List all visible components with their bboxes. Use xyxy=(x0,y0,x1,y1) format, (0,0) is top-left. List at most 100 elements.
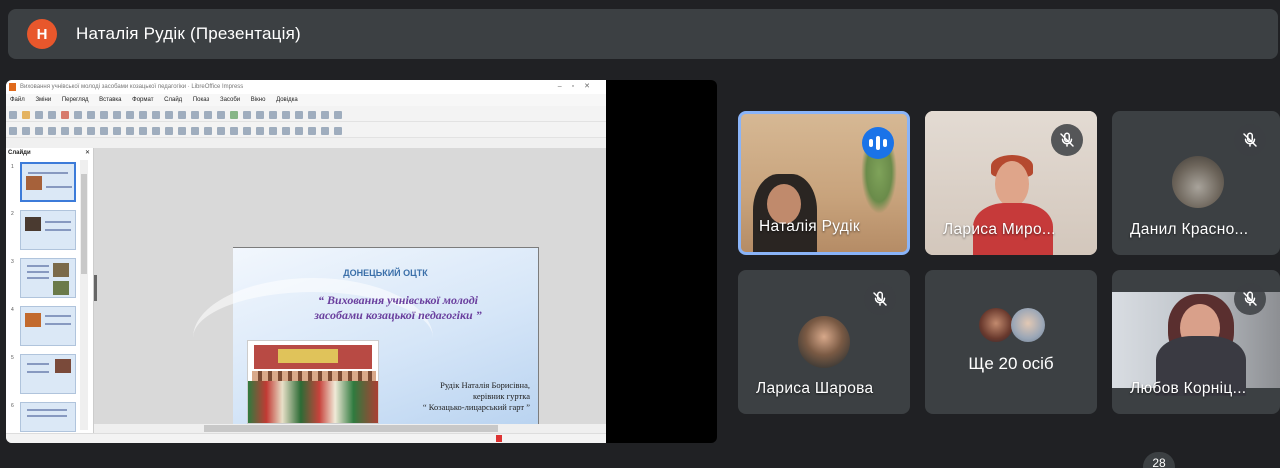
view-icon[interactable] xyxy=(204,111,212,119)
export-icon[interactable] xyxy=(48,111,56,119)
menu-show[interactable]: Показ xyxy=(193,97,209,103)
fill-icon[interactable] xyxy=(48,127,56,135)
table-icon[interactable] xyxy=(217,111,225,119)
textbox-icon[interactable] xyxy=(256,111,264,119)
close-panel-icon[interactable]: ✕ xyxy=(85,148,90,159)
brush-icon[interactable] xyxy=(126,111,134,119)
menu-insert[interactable]: Вставка xyxy=(99,97,121,103)
symbol-shapes-icon[interactable] xyxy=(165,127,173,135)
mic-off-icon xyxy=(1051,124,1083,156)
scroll-thumb[interactable] xyxy=(204,425,498,432)
spelling-icon[interactable] xyxy=(178,111,186,119)
open-icon[interactable] xyxy=(22,111,30,119)
start-show-icon[interactable] xyxy=(308,111,316,119)
new-icon[interactable] xyxy=(9,111,17,119)
slide-thumbnail[interactable] xyxy=(20,354,76,394)
scroll-thumb[interactable] xyxy=(81,174,87,274)
select-icon[interactable] xyxy=(9,127,17,135)
callouts-icon[interactable] xyxy=(204,127,212,135)
layout-icon[interactable] xyxy=(334,111,342,119)
participant-count-badge[interactable]: 28 xyxy=(1143,452,1175,468)
slide-thumbnail[interactable] xyxy=(20,402,76,432)
rotate-icon[interactable] xyxy=(243,127,251,135)
participant-tile[interactable]: Любов Корніц... xyxy=(1112,270,1280,414)
panel-collapse-handle[interactable] xyxy=(94,275,97,301)
slide-number: 2 xyxy=(11,211,14,217)
libreoffice-logo-icon xyxy=(9,83,16,91)
slides-panel: Слайди ✕ 1 2 3 4 5 6 xyxy=(6,148,94,433)
mic-off-icon xyxy=(1234,124,1266,156)
find-icon[interactable] xyxy=(165,111,173,119)
text-icon[interactable] xyxy=(35,127,43,135)
flowchart-icon[interactable] xyxy=(191,127,199,135)
slide-thumbnail[interactable] xyxy=(20,162,76,202)
participant-tile[interactable]: Лариса Шарова xyxy=(738,270,910,414)
slides-panel-scrollbar[interactable] xyxy=(80,160,88,430)
redo-icon[interactable] xyxy=(152,111,160,119)
connector-icon[interactable] xyxy=(139,127,147,135)
arrange-icon[interactable] xyxy=(269,127,277,135)
mic-off-icon xyxy=(864,283,896,315)
menu-slide[interactable]: Слайд xyxy=(164,97,182,103)
participant-tile[interactable]: Лариса Миро... xyxy=(925,111,1097,255)
menu-help[interactable]: Довідка xyxy=(276,97,298,103)
menu-window[interactable]: Вікно xyxy=(251,97,266,103)
crop-icon[interactable] xyxy=(308,127,316,135)
extrusion-icon[interactable] xyxy=(334,127,342,135)
grid-icon[interactable] xyxy=(191,111,199,119)
avatar xyxy=(798,316,850,368)
link-icon[interactable] xyxy=(295,111,303,119)
stars-icon[interactable] xyxy=(217,127,225,135)
menu-file[interactable]: Файл xyxy=(10,97,25,103)
current-slide[interactable]: ДОНЕЦЬКИЙ ОЦТК “ Виховання учнівської мо… xyxy=(193,247,539,424)
zoom-icon[interactable] xyxy=(22,127,30,135)
image-icon[interactable] xyxy=(230,111,238,119)
chart-icon[interactable] xyxy=(243,111,251,119)
line-color-icon[interactable] xyxy=(61,127,69,135)
slide-thumbnail[interactable] xyxy=(20,306,76,346)
paste-icon[interactable] xyxy=(113,111,121,119)
participant-tile[interactable]: Данил Красно... xyxy=(1112,111,1280,255)
print-icon[interactable] xyxy=(74,111,82,119)
rectangle-icon[interactable] xyxy=(87,127,95,135)
more-participants-tile[interactable]: Ще 20 осіб xyxy=(925,270,1097,414)
basic-shapes-icon[interactable] xyxy=(152,127,160,135)
special-char-icon[interactable] xyxy=(269,111,277,119)
block-arrows-icon[interactable] xyxy=(178,127,186,135)
undo-icon[interactable] xyxy=(139,111,147,119)
align-icon[interactable] xyxy=(256,127,264,135)
menu-tools[interactable]: Засоби xyxy=(220,97,240,103)
presenter-avatar: Н xyxy=(27,19,57,49)
slide-thumbnail[interactable] xyxy=(20,210,76,250)
menu-edit[interactable]: Зміни xyxy=(35,97,51,103)
horizontal-scrollbar[interactable] xyxy=(94,424,606,433)
shadow-icon[interactable] xyxy=(295,127,303,135)
avatar xyxy=(979,308,1013,342)
curve-icon[interactable] xyxy=(126,127,134,135)
menu-format[interactable]: Формат xyxy=(132,97,153,103)
participant-name: Любов Корніц... xyxy=(1130,380,1247,397)
ellipse-icon[interactable] xyxy=(100,127,108,135)
filter-icon[interactable] xyxy=(321,127,329,135)
participant-name: Данил Красно... xyxy=(1130,221,1249,238)
cut-icon[interactable] xyxy=(87,111,95,119)
menu-bar: Файл Зміни Перегляд Вставка Формат Слайд… xyxy=(6,94,606,106)
pdf-icon[interactable] xyxy=(61,111,69,119)
slide-icon[interactable] xyxy=(321,111,329,119)
distribute-icon[interactable] xyxy=(282,127,290,135)
participant-name: Лариса Миро... xyxy=(943,221,1056,238)
line-icon[interactable] xyxy=(74,127,82,135)
save-icon[interactable] xyxy=(35,111,43,119)
mic-off-icon xyxy=(1234,283,1266,315)
participant-tile[interactable]: Наталія Рудік xyxy=(738,111,910,255)
slide-number: 4 xyxy=(11,307,14,313)
menu-view[interactable]: Перегляд xyxy=(62,97,89,103)
3d-objects-icon[interactable] xyxy=(230,127,238,135)
signature-icon xyxy=(496,435,502,442)
arrow-icon[interactable] xyxy=(113,127,121,135)
copy-icon[interactable] xyxy=(100,111,108,119)
slide-thumbnail[interactable] xyxy=(20,258,76,298)
fontwork-icon[interactable] xyxy=(282,111,290,119)
shared-screen[interactable]: Виховання учнівської молоді засобами коз… xyxy=(6,80,717,443)
slides-panel-title: Слайди xyxy=(8,150,31,156)
